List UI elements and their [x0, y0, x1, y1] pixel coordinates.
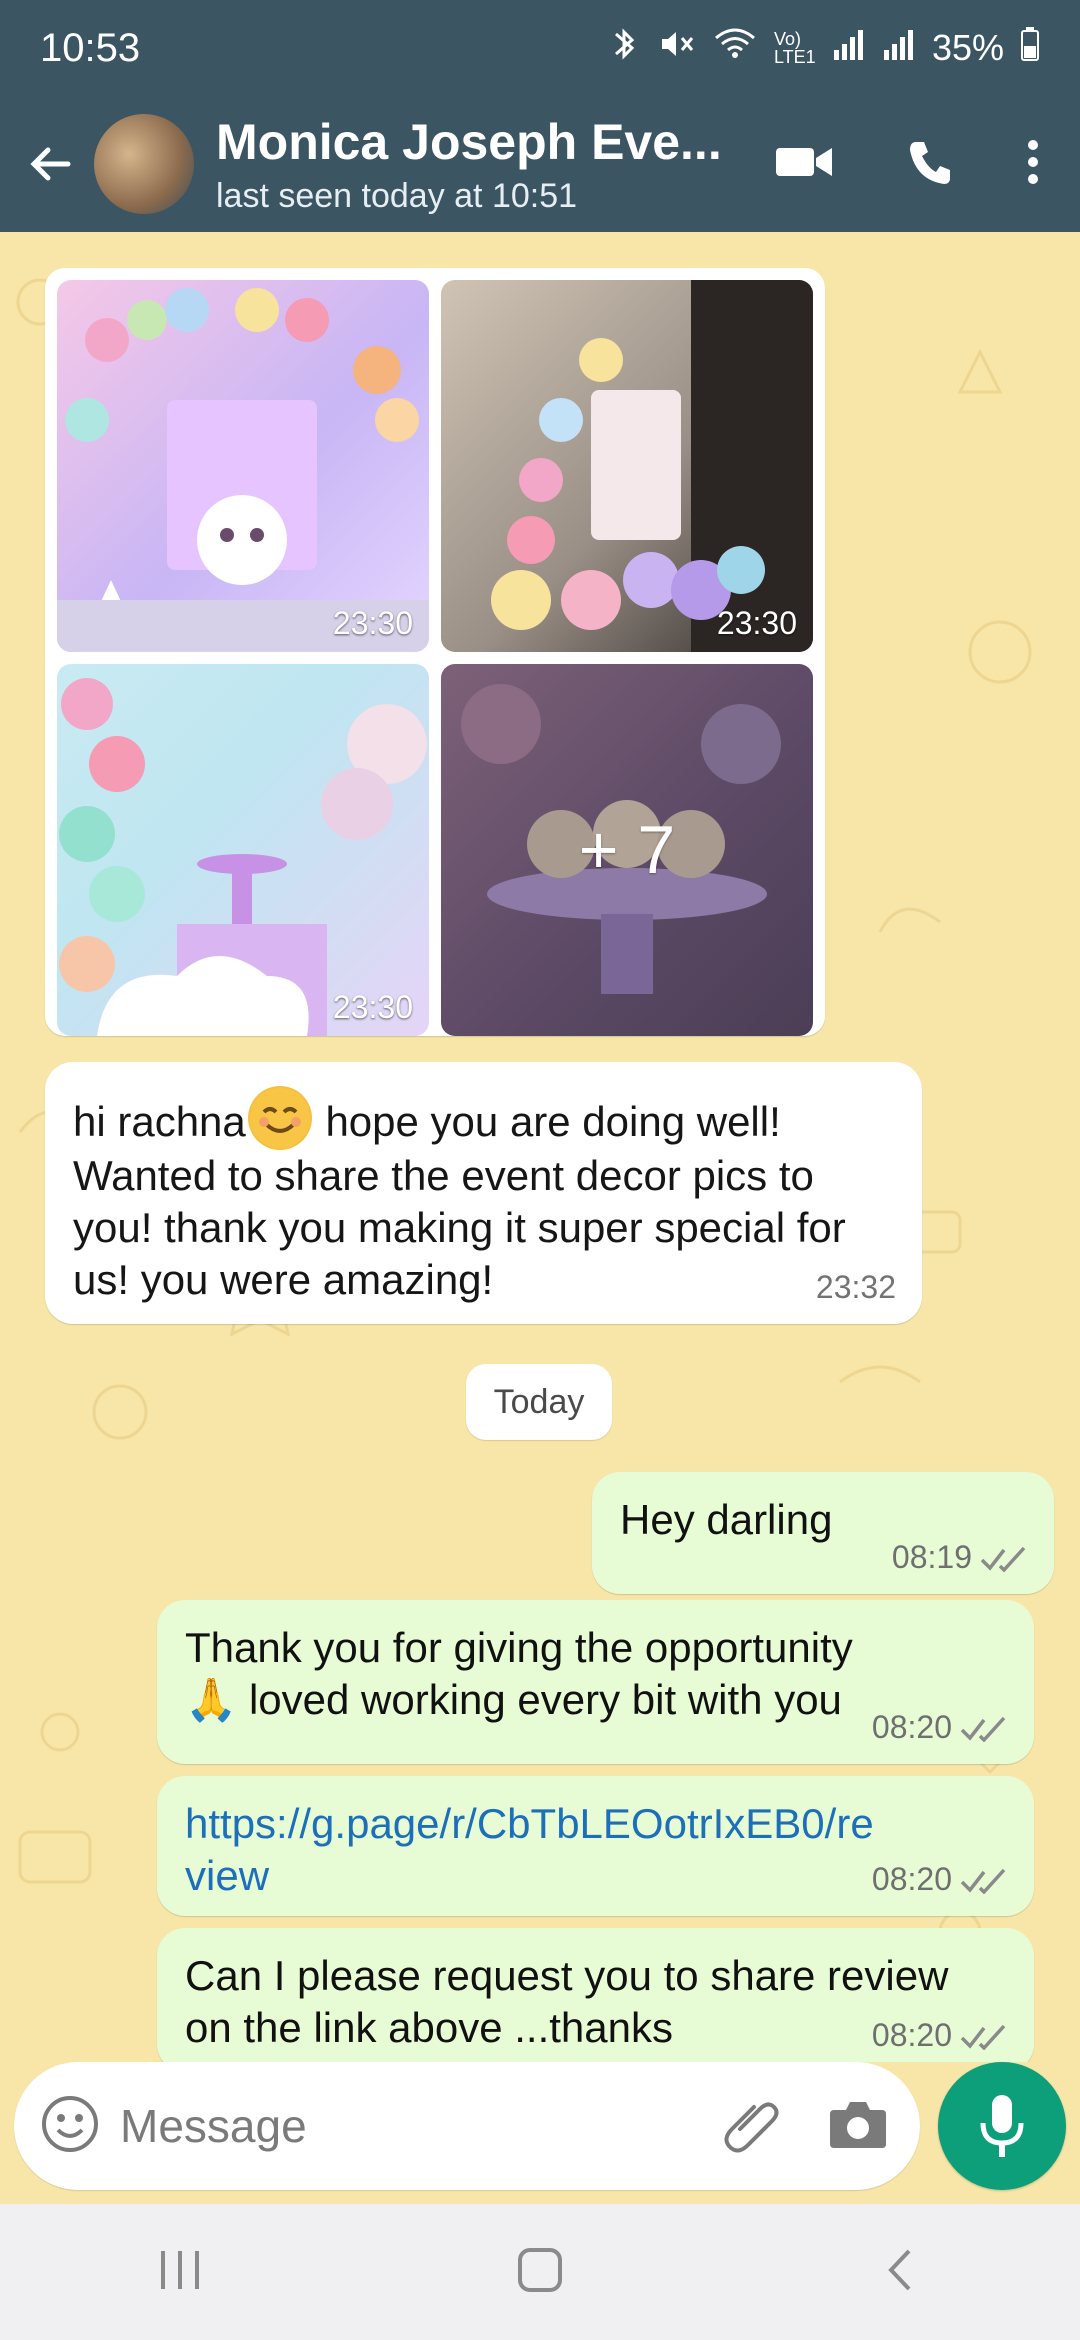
party-decor-photo-1 [57, 288, 429, 652]
recent-apps-icon [161, 2250, 199, 2289]
home-button[interactable] [515, 2245, 565, 2300]
back-arrow-icon [30, 147, 71, 181]
camera-button[interactable] [828, 2096, 888, 2157]
outgoing-message-4[interactable]: Can I please request you to share review… [157, 1928, 1034, 2062]
microphone-icon [980, 2095, 1024, 2157]
recent-apps-button[interactable] [155, 2245, 205, 2300]
battery-icon [1020, 26, 1040, 71]
status-time: 10:53 [40, 25, 141, 70]
avatar[interactable] [94, 114, 194, 214]
date-chip: Today [466, 1364, 612, 1440]
media-time-3: 23:30 [332, 989, 413, 1025]
contact-info[interactable]: Monica Joseph Eve... last seen today at … [216, 113, 774, 216]
outgoing-text-2: Thank you for giving the opportunity 🙏 l… [185, 1624, 853, 1723]
more-vertical-icon [1028, 139, 1038, 184]
phone-icon [910, 141, 950, 184]
media-tile-4[interactable]: + 7 [441, 664, 813, 1036]
incoming-text-part1: hi rachna [73, 1098, 246, 1145]
party-decor-photo-3 [59, 678, 427, 1036]
outgoing-message-2[interactable]: Thank you for giving the opportunity 🙏 l… [157, 1600, 1034, 1764]
more-options-button[interactable] [1026, 137, 1040, 192]
more-media-count: + 7 [578, 812, 676, 888]
status-right: Vo) LTE1 35% [610, 24, 1040, 73]
system-navigation-bar [0, 2204, 1080, 2340]
outgoing-time-4-label: 08:20 [871, 2017, 952, 2053]
status-left: 10:53 [40, 26, 140, 71]
incoming-time: 23:32 [815, 1269, 896, 1305]
voice-record-button[interactable] [938, 2062, 1066, 2190]
media-time-2: 23:30 [716, 605, 797, 641]
review-link[interactable]: https://g.page/r/CbTbLEOotrIxEB0/review [185, 1798, 885, 1902]
media-album-bubble[interactable]: 23:30 23:30 23:30 + 7 [45, 268, 825, 1036]
outgoing-time-3: 08:20 [872, 1861, 1008, 1898]
chat-area[interactable]: 23:30 23:30 23:30 + 7 hi rachna hope you… [0, 232, 1080, 2062]
mute-icon [656, 24, 696, 73]
camera-icon [830, 2101, 886, 2148]
message-composer[interactable] [14, 2062, 920, 2190]
emoji-button[interactable] [38, 2092, 102, 2161]
outgoing-time-2: 08:20 [872, 1709, 1008, 1746]
outgoing-message-1[interactable]: Hey darling 08:19 [592, 1472, 1054, 1594]
double-check-icon [960, 2024, 1006, 2050]
incoming-message[interactable]: hi rachna hope you are doing well! Wante… [45, 1062, 922, 1324]
header-actions [774, 136, 1040, 193]
back-nav-button[interactable] [875, 2245, 925, 2300]
smiling-face-emoji-icon [247, 1086, 312, 1150]
outgoing-time-1: 08:19 [892, 1539, 1028, 1576]
signal-icon-2 [882, 26, 916, 71]
emoji-icon [42, 2095, 98, 2152]
chat-header: Monica Joseph Eve... last seen today at … [0, 96, 1080, 232]
double-check-icon [960, 1868, 1006, 1894]
back-button[interactable] [20, 134, 80, 194]
signal-icon-1 [832, 26, 866, 71]
battery-percent: 35% [931, 27, 1004, 68]
media-tile-1[interactable]: 23:30 [57, 280, 429, 652]
incoming-message-text: hi rachna hope you are doing well! Wante… [73, 1086, 894, 1306]
message-input[interactable] [118, 2098, 720, 2154]
bluetooth-icon [610, 24, 640, 73]
contact-name: Monica Joseph Eve... [216, 113, 722, 170]
home-icon [518, 2247, 562, 2292]
paperclip-icon [724, 2101, 779, 2152]
outgoing-time-4: 08:20 [872, 2017, 1008, 2054]
outgoing-time-1-label: 08:19 [891, 1539, 972, 1575]
network-label: Vo) LTE1 [773, 29, 816, 67]
double-check-icon [980, 1546, 1026, 1572]
media-time-1: 23:30 [332, 605, 413, 641]
outgoing-time-3-label: 08:20 [871, 1861, 952, 1897]
last-seen: last seen today at 10:51 [216, 176, 578, 215]
video-camera-icon [776, 147, 832, 176]
media-tile-2[interactable]: 23:30 [441, 280, 813, 652]
wifi-icon [712, 24, 758, 73]
composer-row [0, 2062, 1080, 2196]
attach-button[interactable] [720, 2093, 782, 2160]
back-chevron-icon [888, 2249, 911, 2290]
double-check-icon [960, 1716, 1006, 1742]
video-call-button[interactable] [774, 142, 834, 187]
outgoing-time-2-label: 08:20 [871, 1709, 952, 1745]
media-tile-3[interactable]: 23:30 [57, 664, 429, 1036]
status-bar: 10:53 Vo) LTE1 35% [0, 0, 1080, 96]
party-decor-photo-2 [491, 280, 813, 652]
outgoing-message-3[interactable]: https://g.page/r/CbTbLEOotrIxEB0/review … [157, 1776, 1034, 1916]
voice-call-button[interactable] [904, 136, 956, 193]
